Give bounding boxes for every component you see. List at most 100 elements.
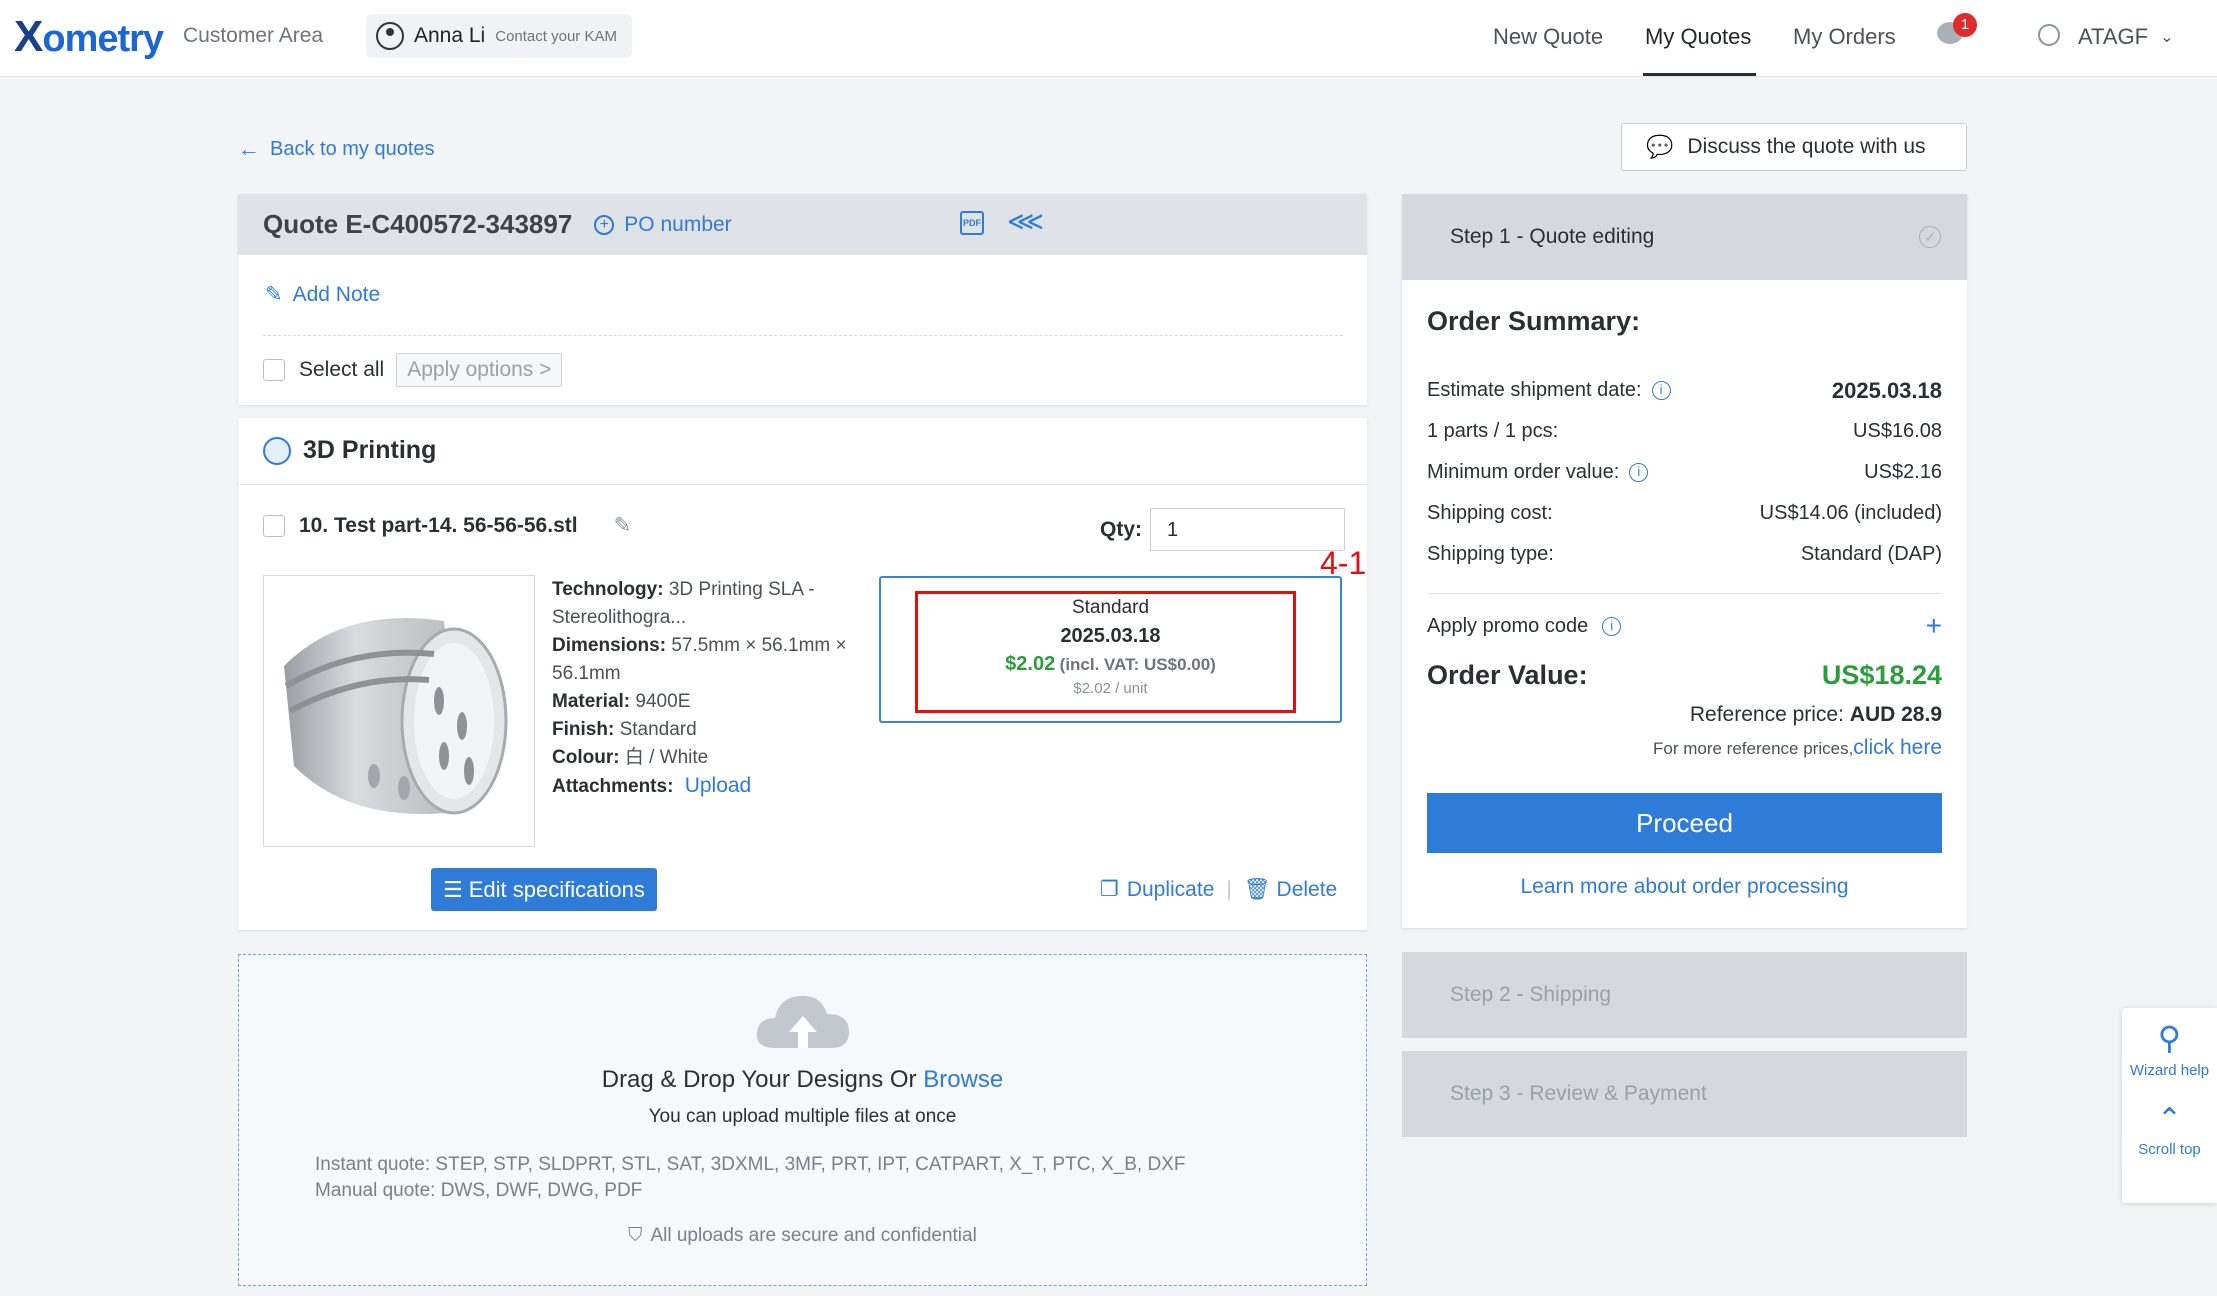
summary-row-label-wrap: Minimum order value: i (1427, 461, 1649, 484)
rename-pencil-icon[interactable]: ✎ (614, 513, 632, 538)
finish-row: Finish: Standard (552, 716, 870, 744)
part-preview-image[interactable] (263, 575, 535, 847)
nav-my-orders[interactable]: My Orders (1793, 24, 1896, 50)
browse-link[interactable]: Browse (923, 1066, 1003, 1093)
promo-label-wrap: Apply promo code i (1427, 614, 1622, 638)
section-title: 3D Printing (303, 436, 437, 464)
language-selector[interactable]: ATAGF ⌄ (2078, 24, 2173, 50)
colour-row: Colour: ⽩ / White (552, 744, 870, 772)
plus-circle-icon: + (594, 214, 615, 235)
scroll-top-label: Scroll top (2138, 1141, 2201, 1158)
part-row: 10. Test part-14. 56-56-56.stl ✎ (263, 513, 631, 538)
finish-label: Finish: (552, 719, 615, 740)
upload-attachment-link[interactable]: Upload (685, 774, 752, 797)
globe-icon[interactable] (2038, 24, 2060, 46)
nav-my-quotes[interactable]: My Quotes (1645, 24, 1751, 50)
order-value-row: Order Value: US$18.24 (1427, 660, 1942, 691)
delete-button[interactable]: Delete (1277, 878, 1338, 902)
dimensions-label: Dimensions: (552, 635, 667, 656)
3d-printer-icon (263, 436, 291, 465)
add-note-button[interactable]: ✎ Add Note (265, 282, 380, 307)
cloud-upload-icon (755, 990, 851, 1055)
pdf-download-icon[interactable]: PDF (960, 211, 984, 235)
step3-header[interactable]: Step 3 - Review & Payment (1402, 1051, 1967, 1137)
apply-options-button[interactable]: Apply options > (396, 353, 563, 387)
info-icon[interactable]: i (1651, 381, 1671, 400)
qty-label: Qty: (1100, 517, 1142, 541)
user-chip[interactable]: Anna Li Contact your KAM (366, 14, 632, 58)
plus-icon[interactable]: + (1926, 610, 1942, 642)
summary-row-value: US$14.06 (included) (1759, 502, 1942, 524)
step3-label: Step 3 - Review & Payment (1450, 1082, 1707, 1105)
divider (263, 335, 1343, 336)
learn-more-link[interactable]: Learn more about order processing (1427, 875, 1942, 899)
technology-label: Technology: (552, 579, 664, 600)
summary-row-value: US$2.16 (1864, 461, 1942, 483)
action-divider: | (1226, 877, 1232, 901)
chevron-down-icon: ⌄ (2160, 29, 2174, 46)
edit-spec-label: Edit specifications (468, 876, 645, 902)
select-all-row: Select all Apply options > (263, 353, 563, 387)
summary-row-label: Shipping cost: (1427, 502, 1553, 524)
summary-row-label-wrap: Estimate shipment date: i (1427, 379, 1671, 402)
summary-row-label: Minimum order value: (1427, 461, 1620, 483)
active-nav-underline (1643, 73, 1756, 76)
material-label: Material: (552, 691, 631, 712)
info-icon[interactable]: i (1629, 463, 1649, 482)
quote-title: Quote E-C400572-343897 (263, 209, 573, 239)
summary-row: Estimate shipment date: i 2025.03.18 (1427, 370, 1942, 411)
promo-code-row[interactable]: Apply promo code i + (1427, 610, 1942, 642)
dimensions-row: Dimensions: 57.5mm × 56.1mm × 56.1mm (552, 632, 870, 688)
arrow-left-icon: ← (238, 136, 260, 161)
discuss-quote-button[interactable]: 💬 Discuss the quote with us (1621, 123, 1967, 171)
attachments-label: Attachments: (552, 776, 674, 797)
step1-header[interactable]: Step 1 - Quote editing ✓ (1402, 194, 1967, 280)
select-all-checkbox[interactable] (263, 359, 285, 381)
reference-label: Reference price: (1689, 703, 1844, 726)
nav-new-quote[interactable]: New Quote (1493, 24, 1603, 50)
duplicate-button[interactable]: Duplicate (1127, 878, 1215, 902)
price-per-unit: $2.02 / unit (1073, 680, 1148, 697)
price-details: Standard 2025.03.18 $2.02 (incl. VAT: US… (880, 594, 1341, 697)
price-row: $2.02 (incl. VAT: US$0.00) (880, 650, 1341, 680)
more-references-row: For more reference prices,click here (1427, 736, 1942, 760)
step2-header[interactable]: Step 2 - Shipping (1402, 952, 1967, 1038)
edit-note-icon: ✎ (265, 283, 283, 306)
summary-row-label: Estimate shipment date: (1427, 379, 1642, 401)
user-name: Anna Li (414, 24, 486, 47)
part-specs: Technology: 3D Printing SLA - Stereolith… (552, 576, 870, 801)
summary-row-value: Standard (DAP) (1800, 543, 1942, 565)
click-here-link[interactable]: click here (1853, 736, 1942, 759)
user-avatar-icon (376, 22, 404, 50)
po-number-button[interactable]: + PO number (594, 213, 732, 237)
colour-label: Colour: (552, 747, 620, 768)
upload-title: Drag & Drop Your Designs Or (601, 1066, 917, 1093)
proceed-button[interactable]: Proceed (1427, 793, 1942, 853)
duplicate-icon: ❐ (1100, 878, 1119, 901)
wizard-help-label: Wizard help (2129, 1062, 2210, 1079)
select-all-label: Select all (299, 358, 385, 381)
part-checkbox[interactable] (263, 514, 285, 537)
xometry-logo[interactable]: Xometry (14, 12, 164, 62)
chevron-up-icon: ⌃ (2156, 1103, 2183, 1136)
secure-note: All uploads are secure and confidential (650, 1225, 977, 1246)
order-summary-title: Order Summary: (1427, 306, 1641, 336)
wizard-help-button[interactable]: ⚲ Wizard help (2122, 1008, 2217, 1079)
info-icon[interactable]: i (1602, 616, 1622, 636)
material-row: Material: 9400E (552, 688, 870, 716)
instant-quote-formats: Instant quote: STEP, STP, SLDPRT, STL, S… (315, 1154, 1186, 1175)
promo-label: Apply promo code (1427, 614, 1589, 637)
quote-header: Quote E-C400572-343897 + PO number PDF ⋘ (238, 194, 1367, 255)
edit-specifications-button[interactable]: ☰ Edit specifications (431, 868, 657, 911)
more-ref-label: For more reference prices, (1653, 739, 1854, 758)
contact-kam-link[interactable]: Contact your KAM (495, 28, 617, 45)
delivery-type: Standard (1071, 597, 1150, 618)
qty-input[interactable]: 1 (1150, 508, 1345, 551)
summary-row-label: Shipping type: (1427, 543, 1554, 565)
scroll-top-button[interactable]: ⌃ Scroll top (2122, 1079, 2217, 1159)
share-icon[interactable]: ⋘ (1007, 206, 1044, 237)
order-value-label: Order Value: (1427, 660, 1588, 690)
unit-price: $2.02 (1005, 653, 1056, 675)
back-to-quotes-link[interactable]: ← Back to my quotes (238, 136, 435, 162)
quantity-control: Qty: 1 (1100, 508, 1345, 551)
